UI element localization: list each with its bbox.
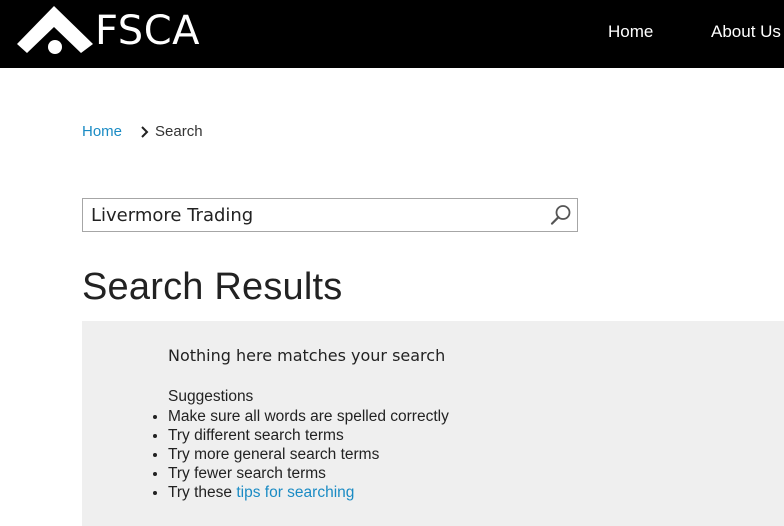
search-results-panel: Nothing here matches your search Suggest…: [82, 321, 784, 526]
suggestions-list: Make sure all words are spelled correctl…: [168, 407, 449, 502]
nav-link-home[interactable]: Home: [608, 22, 653, 42]
tips-prefix: Try these: [168, 484, 233, 501]
fsca-logo[interactable]: FSCA: [17, 6, 237, 56]
search-box: [82, 198, 578, 232]
search-input[interactable]: [83, 199, 543, 231]
search-icon[interactable]: [549, 203, 573, 227]
logo-house-icon: [17, 6, 93, 54]
page-title: Search Results: [82, 266, 343, 308]
no-results-message: Nothing here matches your search: [168, 346, 446, 365]
breadcrumb-current: Search: [155, 123, 203, 140]
tips-for-searching-link[interactable]: tips for searching: [236, 484, 354, 501]
site-header: FSCA Home About Us: [0, 0, 784, 68]
breadcrumb-home-link[interactable]: Home: [82, 123, 122, 140]
chevron-right-icon: [141, 125, 149, 138]
nav-item-home: Home: [608, 0, 653, 64]
suggestion-item-tips: Try these tips for searching: [168, 483, 449, 502]
logo-text: FSCA: [95, 8, 200, 54]
breadcrumb: Home Search: [82, 123, 203, 140]
suggestion-item: Try different search terms: [168, 426, 449, 445]
nav-item-about-us: About Us: [711, 0, 781, 64]
suggestion-item: Make sure all words are spelled correctl…: [168, 407, 449, 426]
suggestion-item: Try more general search terms: [168, 445, 449, 464]
nav-link-about-us[interactable]: About Us: [711, 22, 781, 42]
suggestions-heading: Suggestions: [168, 388, 254, 405]
suggestion-item: Try fewer search terms: [168, 464, 449, 483]
